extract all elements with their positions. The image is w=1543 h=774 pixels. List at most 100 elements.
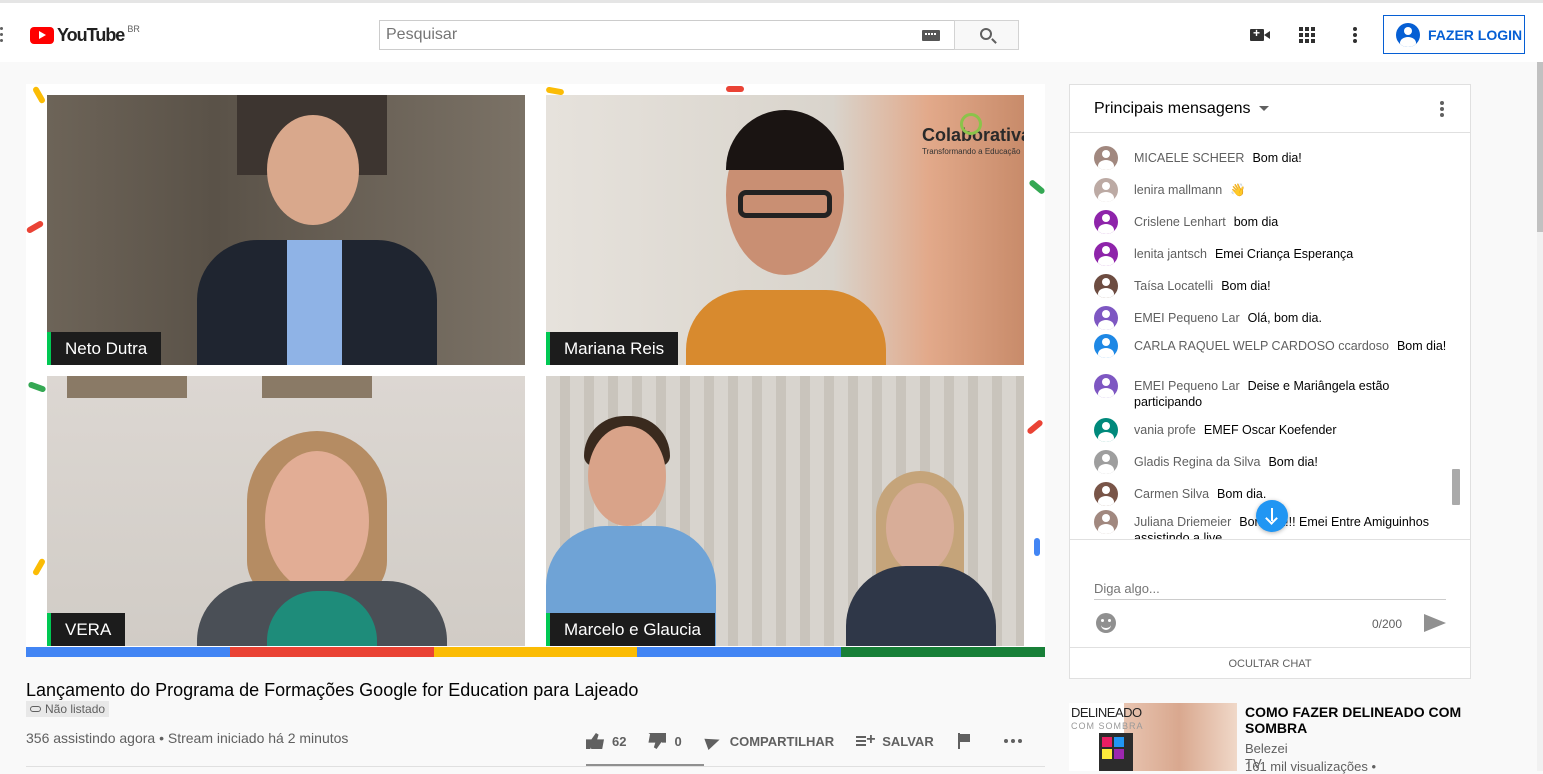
create-video-icon[interactable]: [1250, 26, 1270, 41]
chat-message: CARLA RAQUEL WELP CARDOSO ccardoso Bom di…: [1094, 334, 1454, 358]
apps-grid-icon[interactable]: [1299, 27, 1315, 43]
chat-message-content: MICAELE SCHEER Bom dia!: [1134, 150, 1302, 170]
avatar[interactable]: [1094, 242, 1118, 266]
chat-message: Taísa Locatelli Bom dia!: [1094, 274, 1454, 298]
doodle: [26, 219, 45, 235]
chat-message-content: vania profe EMEF Oscar Koefender: [1134, 422, 1337, 442]
save-button[interactable]: SALVAR: [856, 731, 934, 749]
chat-author[interactable]: CARLA RAQUEL WELP CARDOSO ccardoso: [1134, 339, 1389, 353]
chat-message: MICAELE SCHEER Bom dia!: [1094, 146, 1454, 170]
search-box: [379, 20, 955, 50]
colaborativa-logo-icon: [960, 113, 982, 135]
video-title: Lançamento do Programa de Formações Goog…: [26, 680, 639, 700]
chat-message-input[interactable]: [1094, 578, 1446, 600]
chat-message-content: EMEI Pequeno Lar Deise e Mariângela estão…: [1134, 378, 1454, 410]
avatar[interactable]: [1094, 482, 1118, 506]
chat-message-content: Gladis Regina da Silva Bom dia!: [1134, 454, 1318, 474]
avatar[interactable]: [1094, 178, 1118, 202]
logo-text: YouTube: [57, 25, 125, 45]
chat-author[interactable]: Crislene Lenhart: [1134, 215, 1226, 229]
avatar[interactable]: [1094, 210, 1118, 234]
avatar[interactable]: [1094, 374, 1118, 398]
chat-message: lenira mallmann 👋: [1094, 178, 1454, 202]
login-button[interactable]: FAZER LOGIN: [1383, 15, 1525, 54]
account-icon: [1396, 22, 1420, 47]
emoji-icon[interactable]: [1096, 613, 1116, 633]
chat-author[interactable]: EMEI Pequeno Lar: [1134, 311, 1240, 325]
youtube-play-icon: [30, 27, 54, 44]
chat-mode-selector[interactable]: Principais mensagens: [1094, 100, 1251, 118]
search-input[interactable]: [380, 21, 900, 49]
chat-message: EMEI Pequeno Lar Deise e Mariângela estão…: [1094, 374, 1454, 410]
avatar[interactable]: [1094, 418, 1118, 442]
chat-more-icon[interactable]: [1440, 101, 1444, 119]
chat-author[interactable]: EMEI Pequeno Lar: [1134, 379, 1240, 393]
send-icon[interactable]: [1424, 614, 1446, 632]
avatar[interactable]: [1094, 450, 1118, 474]
chat-text: Bom dia!: [1396, 339, 1447, 353]
youtube-logo[interactable]: YouTube BR: [30, 24, 140, 46]
tile-name-label: Mariana Reis: [546, 332, 679, 365]
chat-text: 👋: [1230, 183, 1246, 197]
avatar[interactable]: [1094, 146, 1118, 170]
chat-author[interactable]: lenira mallmann: [1134, 183, 1222, 197]
settings-more-icon[interactable]: [1353, 27, 1357, 45]
chat-message-content: EMEI Pequeno Lar Olá, bom dia.: [1134, 310, 1322, 330]
chat-text: Olá, bom dia.: [1247, 311, 1322, 325]
recommended-title[interactable]: COMO FAZER DELINEADO COM SOMBRA: [1245, 704, 1475, 736]
chat-message: EMEI Pequeno Lar Olá, bom dia.: [1094, 306, 1454, 330]
chat-message-content: Taísa Locatelli Bom dia!: [1134, 278, 1271, 298]
hide-chat-button[interactable]: OCULTAR CHAT: [1070, 647, 1470, 679]
video-tile-2: Colaborativa Transformando a Educação Ma…: [546, 95, 1024, 365]
chat-author[interactable]: MICAELE SCHEER: [1134, 151, 1244, 165]
chat-author[interactable]: Juliana Driemeier: [1134, 515, 1231, 529]
avatar[interactable]: [1094, 510, 1118, 534]
chat-messages: MICAELE SCHEER Bom dia! lenira mallmann 👋 Cr…: [1070, 134, 1455, 539]
chat-author[interactable]: Carmen Silva: [1134, 487, 1209, 501]
chat-text: Bom dia!: [1221, 279, 1271, 293]
avatar[interactable]: [1094, 306, 1118, 330]
thumbnail-subtext: COM SOMBRA: [1071, 721, 1144, 731]
video-thumbnail[interactable]: DELINEADO COM SOMBRA: [1069, 703, 1237, 771]
chat-message-content: lenita jantsch Emei Criança Esperança: [1134, 246, 1353, 266]
chat-author[interactable]: Taísa Locatelli: [1134, 279, 1213, 293]
chat-author[interactable]: vania profe: [1134, 423, 1196, 437]
unlisted-label: Não listado: [45, 702, 106, 716]
avatar[interactable]: [1094, 274, 1118, 298]
search-button[interactable]: [954, 20, 1019, 50]
chat-message-content: CARLA RAQUEL WELP CARDOSO ccardoso Bom di…: [1134, 338, 1446, 358]
report-button[interactable]: [956, 733, 982, 749]
page-scrollbar[interactable]: [1537, 62, 1543, 771]
keyboard-icon[interactable]: [922, 30, 940, 41]
video-tile-1: Neto Dutra: [47, 95, 525, 365]
chat-text: Bom dia!: [1252, 151, 1302, 165]
chat-author[interactable]: lenita jantsch: [1134, 247, 1207, 261]
video-tile-4: Marcelo e Glaucia: [546, 376, 1024, 646]
doodle: [1026, 418, 1044, 436]
video-tile-3: VERA: [47, 376, 525, 646]
guide-menu-icon[interactable]: [0, 27, 4, 45]
scroll-down-button[interactable]: [1256, 500, 1288, 532]
chat-scrollbar[interactable]: [1452, 134, 1460, 539]
chat-message-content: Juliana Driemeier Bom dia!!! Emei Entre A…: [1134, 514, 1454, 539]
chat-author[interactable]: Gladis Regina da Silva: [1134, 455, 1260, 469]
tile-name-label: Neto Dutra: [47, 332, 162, 365]
chat-message: lenita jantsch Emei Criança Esperança: [1094, 242, 1454, 266]
share-button[interactable]: COMPARTILHAR: [704, 733, 834, 749]
chat-input-area: 0/200: [1070, 539, 1470, 647]
chevron-down-icon[interactable]: [1258, 106, 1269, 111]
doodle: [31, 85, 47, 105]
chat-text: bom dia: [1233, 215, 1279, 229]
dislike-button[interactable]: 0: [648, 733, 682, 749]
more-actions-icon[interactable]: [1003, 739, 1022, 743]
like-button[interactable]: 62: [586, 733, 626, 749]
masthead: YouTube BR FAZER LOGIN: [0, 0, 1543, 62]
chat-message-content: Crislene Lenhart bom dia: [1134, 214, 1278, 234]
avatar[interactable]: [1094, 334, 1118, 358]
chat-text: Emei Criança Esperança: [1214, 247, 1354, 261]
live-chat: Principais mensagens MICAELE SCHEER Bom d…: [1069, 84, 1471, 679]
doodle: [1028, 178, 1045, 196]
video-actions: 62 0 COMPARTILHAR SALVAR: [586, 728, 1044, 754]
video-player[interactable]: Neto Dutra Colaborativa Transformando a …: [26, 84, 1045, 657]
chat-message: Gladis Regina da Silva Bom dia!: [1094, 450, 1454, 474]
